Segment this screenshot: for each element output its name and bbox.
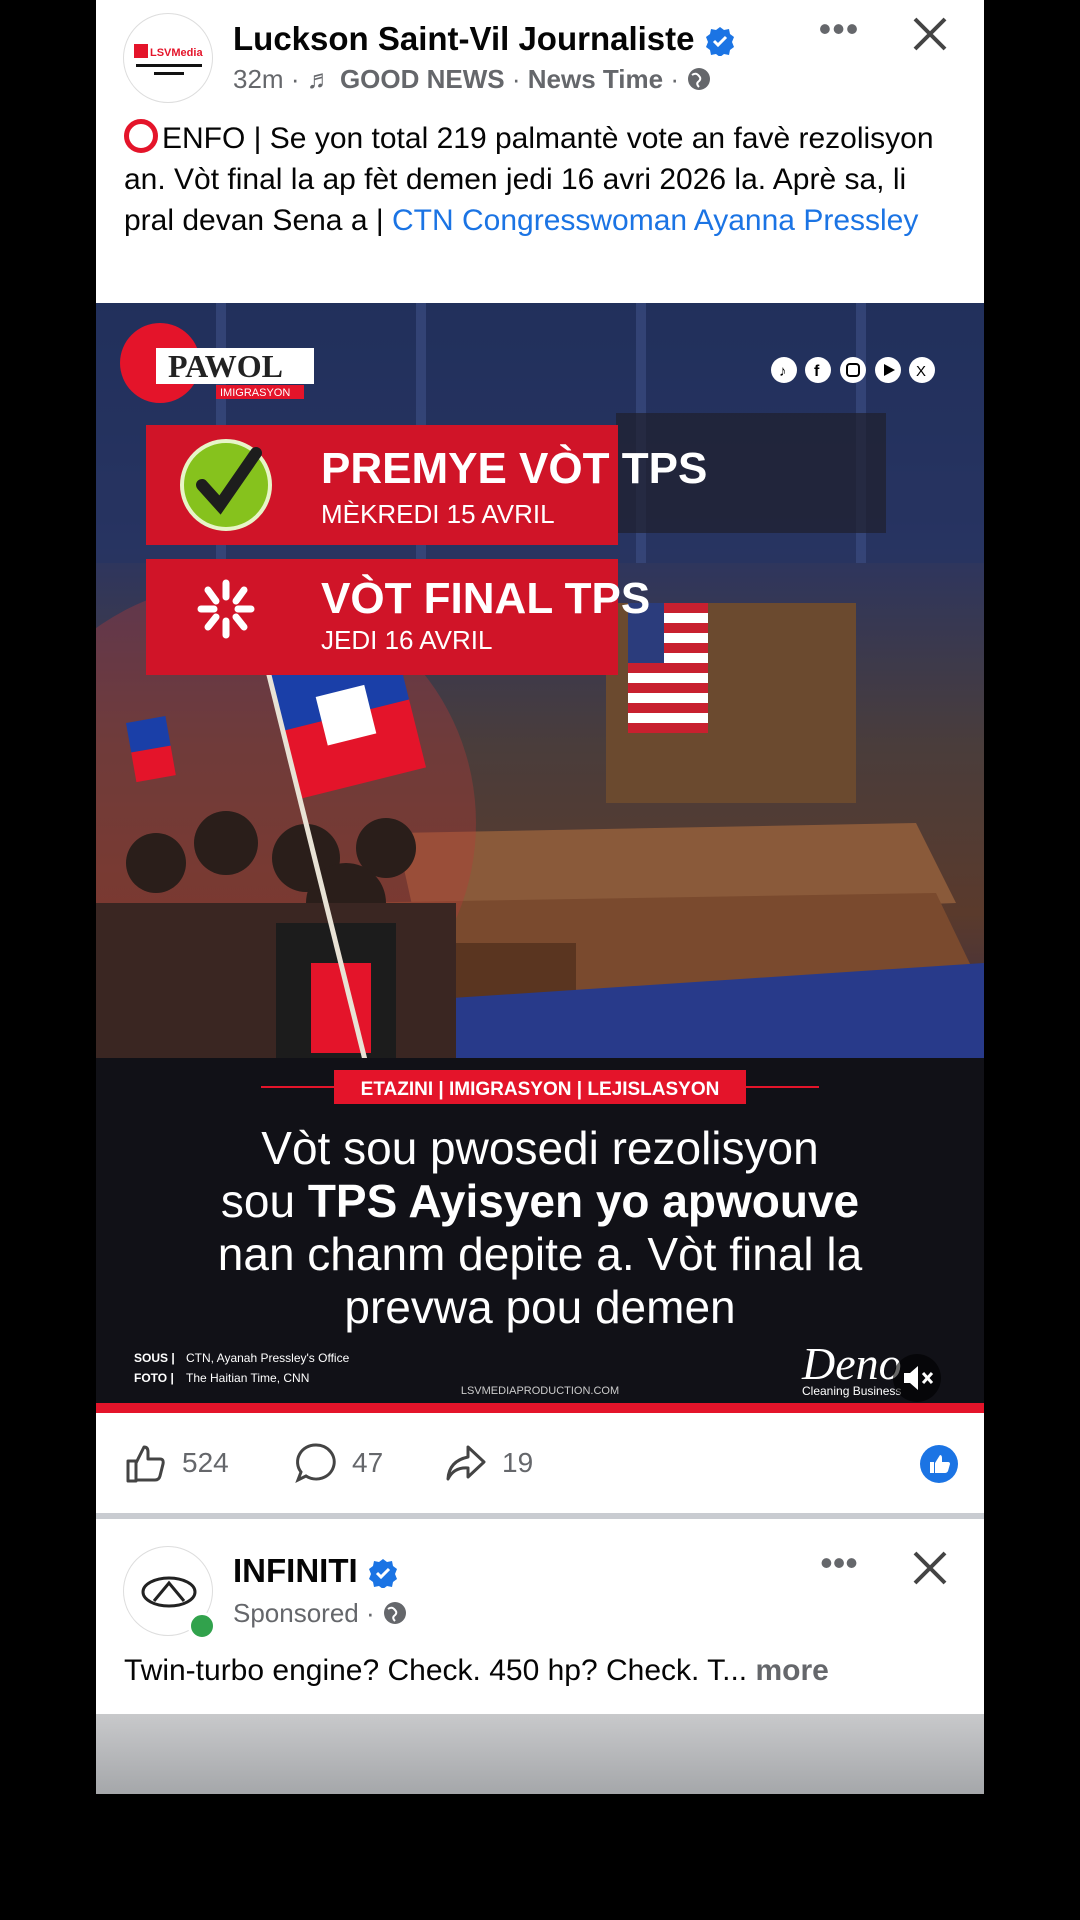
share-count: 19 (502, 1447, 534, 1478)
svg-text:nan chanm depite a. Vòt final: nan chanm depite a. Vòt final la (218, 1228, 863, 1280)
red-circle-icon (124, 119, 158, 153)
ad-author[interactable]: INFINITI (233, 1552, 398, 1590)
music-artist[interactable]: News Time (528, 64, 663, 94)
music-note-icon: ♬ (306, 64, 333, 94)
ad-text: Twin-turbo engine? Check. 450 hp? Check.… (124, 1654, 964, 1688)
svg-text:X: X (916, 363, 926, 380)
verified-badge-icon (368, 1559, 397, 1589)
share-icon (446, 1445, 486, 1481)
svg-text:PREMYE VÒT TPS: PREMYE VÒT TPS (321, 443, 707, 493)
like-count: 524 (182, 1447, 229, 1478)
author-name-text: Luckson Saint-Vil Journaliste (233, 20, 695, 57)
sponsored-label[interactable]: Sponsored (233, 1598, 359, 1628)
post-divider (96, 1513, 984, 1519)
post-image[interactable]: PAWOL IMIGRASYON ♪ f X PREMYE VÒT TPS MÈK… (96, 303, 984, 1413)
author-name[interactable]: Luckson Saint-Vil Journaliste (233, 20, 735, 58)
post-time[interactable]: 32m (233, 64, 284, 94)
ad-image[interactable] (96, 1714, 984, 1794)
svg-text:LSVMEDIAPRODUCTION.COM: LSVMEDIAPRODUCTION.COM (461, 1385, 619, 1397)
like-button[interactable]: 524 (124, 1441, 229, 1485)
close-icon[interactable] (910, 14, 950, 54)
globe-icon (383, 1602, 406, 1624)
svg-text:♪: ♪ (779, 363, 787, 380)
post-meta: 32m · ♬ GOOD NEWS · News Time · (233, 64, 712, 95)
comment-count: 47 (352, 1447, 384, 1478)
svg-text:sou TPS Ayisyen yo apwouve: sou TPS Ayisyen yo apwouve (221, 1175, 859, 1227)
svg-text:The Haitian Time, CNN: The Haitian Time, CNN (186, 1371, 309, 1385)
like-reaction-badge[interactable] (920, 1445, 958, 1483)
lsv-logo-icon: LSVMedia (134, 44, 203, 75)
svg-text:JEDI 16 AVRIL: JEDI 16 AVRIL (321, 625, 493, 655)
thumbs-up-icon (126, 1445, 165, 1483)
online-status-dot (188, 1612, 216, 1640)
ad-more-options-button[interactable]: ••• (814, 1545, 864, 1588)
image-accent-bar (96, 1403, 984, 1413)
comment-icon (295, 1443, 336, 1484)
like-reaction-icon (930, 1455, 950, 1473)
svg-text:f: f (814, 363, 820, 380)
svg-text:PAWOL: PAWOL (168, 348, 283, 384)
svg-text:SOUS |: SOUS | (134, 1351, 175, 1365)
svg-text:LSVMedia: LSVMedia (150, 47, 203, 59)
ad-close-icon[interactable] (910, 1548, 950, 1588)
globe-icon (688, 68, 711, 90)
svg-text:CTN, Ayanah Pressley's Office: CTN, Ayanah Pressley's Office (186, 1351, 350, 1365)
ad-name-text: INFINITI (233, 1552, 358, 1589)
svg-text:Deno: Deno (801, 1338, 902, 1389)
svg-text:prevwa pou demen: prevwa pou demen (344, 1281, 735, 1333)
verified-badge-icon (705, 27, 734, 57)
mute-icon[interactable] (892, 1353, 942, 1403)
post-image-graphic: PAWOL IMIGRASYON ♪ f X PREMYE VÒT TPS MÈK… (96, 303, 984, 1403)
post-actions: 524 47 19 (96, 1413, 984, 1513)
svg-text:VÒT FINAL TPS: VÒT FINAL TPS (321, 573, 650, 623)
svg-text:Cleaning Business: Cleaning Business (802, 1384, 901, 1398)
svg-text:MÈKREDI 15 AVRIL: MÈKREDI 15 AVRIL (321, 499, 555, 529)
author-avatar[interactable]: LSVMedia (123, 13, 213, 103)
more-options-button[interactable]: ••• (814, 11, 864, 54)
ad-meta: Sponsored · (233, 1598, 408, 1629)
svg-text:FOTO |: FOTO | (134, 1371, 174, 1385)
share-button[interactable]: 19 (444, 1441, 533, 1485)
see-more-link[interactable]: more (756, 1654, 829, 1687)
svg-text:Vòt sou pwosedi rezolisyon: Vòt sou pwosedi rezolisyon (261, 1122, 818, 1174)
post-header: LSVMedia Luckson Saint-Vil Journaliste 3… (96, 0, 984, 110)
comment-button[interactable]: 47 (294, 1441, 383, 1485)
music-label[interactable]: GOOD NEWS (340, 64, 505, 94)
svg-text:IMIGRASYON: IMIGRASYON (220, 387, 290, 399)
post-text: ENFO | Se yon total 219 palmantè vote an… (124, 118, 954, 241)
svg-text:ETAZINI | IMIGRASYON | LEJISLA: ETAZINI | IMIGRASYON | LEJISLASYON (361, 1079, 720, 1100)
post-link[interactable]: CTN Congresswoman Ayanna Pressley (392, 204, 918, 237)
vote2-box: VÒT FINAL TPS JEDI 16 AVRIL (146, 559, 650, 675)
news-feed: LSVMedia Luckson Saint-Vil Journaliste 3… (96, 0, 984, 1794)
ad-text-body: Twin-turbo engine? Check. 450 hp? Check.… (124, 1654, 748, 1687)
